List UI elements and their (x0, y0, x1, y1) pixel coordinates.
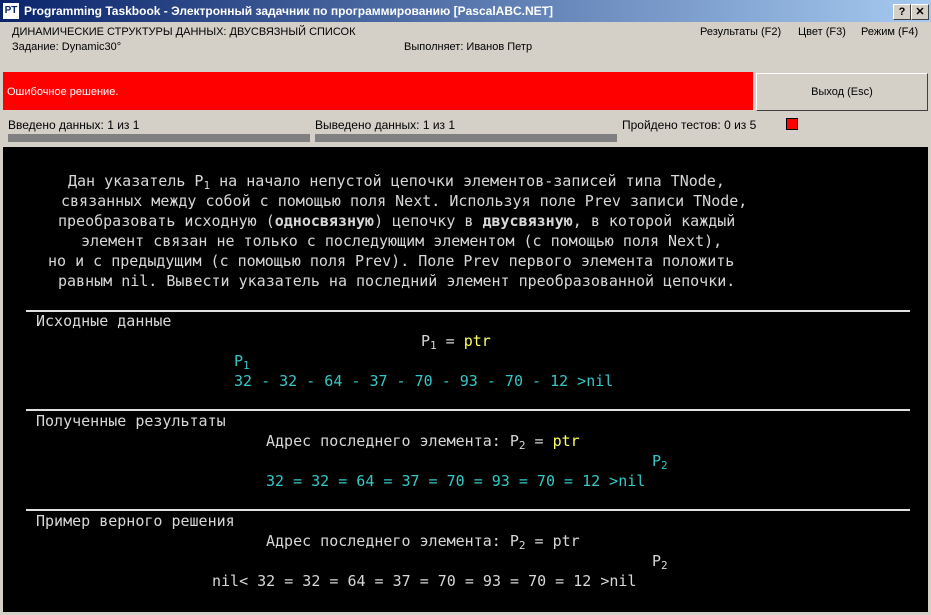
source-section-title: Исходные данные (36, 312, 172, 330)
task-line-5: но и с предыдущим (с помощью поля Prev).… (48, 252, 735, 270)
result-pointer-marker: P2 (652, 452, 668, 472)
task-line-2: связанных между собой с помощью поля Nex… (61, 192, 748, 210)
menu-color[interactable]: Цвет (F3) (798, 26, 846, 38)
source-pointer-marker: P1 (234, 352, 250, 372)
source-pointer-line: P1 = ptr (421, 332, 491, 352)
section-divider (26, 409, 910, 411)
task-line-3: преобразовать исходную (односвязную) цеп… (58, 212, 736, 230)
input-count-label: Введено данных: 1 из 1 (8, 118, 140, 132)
menu-results[interactable]: Результаты (F2) (700, 26, 781, 38)
result-section-title: Полученные результаты (36, 412, 226, 430)
task-line-4: элемент связан не только с последующим э… (81, 232, 723, 250)
example-pointer-marker: P2 (652, 552, 668, 572)
task-topic: ДИНАМИЧЕСКИЕ СТРУКТУРЫ ДАННЫХ: ДВУСВЯЗНЫ… (12, 26, 356, 38)
task-line-6: равным nil. Вывести указатель на последн… (58, 272, 736, 290)
tests-count-label: Пройдено тестов: 0 из 5 (622, 118, 757, 132)
result-message: Ошибочное решение. (7, 86, 119, 98)
example-section-title: Пример верного решения (36, 512, 235, 530)
source-chain: 32 - 32 - 64 - 37 - 70 - 93 - 70 - 12 >n… (234, 372, 614, 390)
task-console: Дан указатель P1 на начало непустой цепо… (3, 147, 928, 612)
task-name: Задание: Dynamic30° (12, 41, 122, 53)
result-chain: 32 = 32 = 64 = 37 = 70 = 93 = 70 = 12 >n… (266, 472, 646, 490)
result-address-line: Адрес последнего элемента: P2 = ptr (266, 432, 580, 452)
close-button[interactable]: ✕ (911, 4, 929, 20)
example-chain: nil< 32 = 32 = 64 = 37 = 70 = 93 = 70 = … (212, 572, 637, 590)
example-address-line: Адрес последнего элемента: P2 = ptr (266, 532, 580, 552)
title-bar: PT Programming Taskbook - Электронный за… (0, 0, 931, 22)
window-title: Programming Taskbook - Электронный задач… (24, 4, 553, 18)
app-icon: PT (3, 3, 19, 19)
section-divider (26, 509, 910, 511)
output-count-label: Выведено данных: 1 из 1 (315, 118, 456, 132)
input-progress-bar (8, 134, 310, 142)
help-button[interactable]: ? (893, 4, 911, 20)
exit-button[interactable]: Выход (Esc) (756, 73, 928, 111)
output-progress-bar (315, 134, 617, 142)
student-name: Выполняет: Иванов Петр (404, 41, 533, 53)
result-panel: Ошибочное решение. (3, 72, 753, 110)
tests-status-indicator (786, 118, 798, 130)
task-line-1: Дан указатель P1 на начало непустой цепо… (68, 172, 725, 192)
menu-mode[interactable]: Режим (F4) (861, 26, 918, 38)
